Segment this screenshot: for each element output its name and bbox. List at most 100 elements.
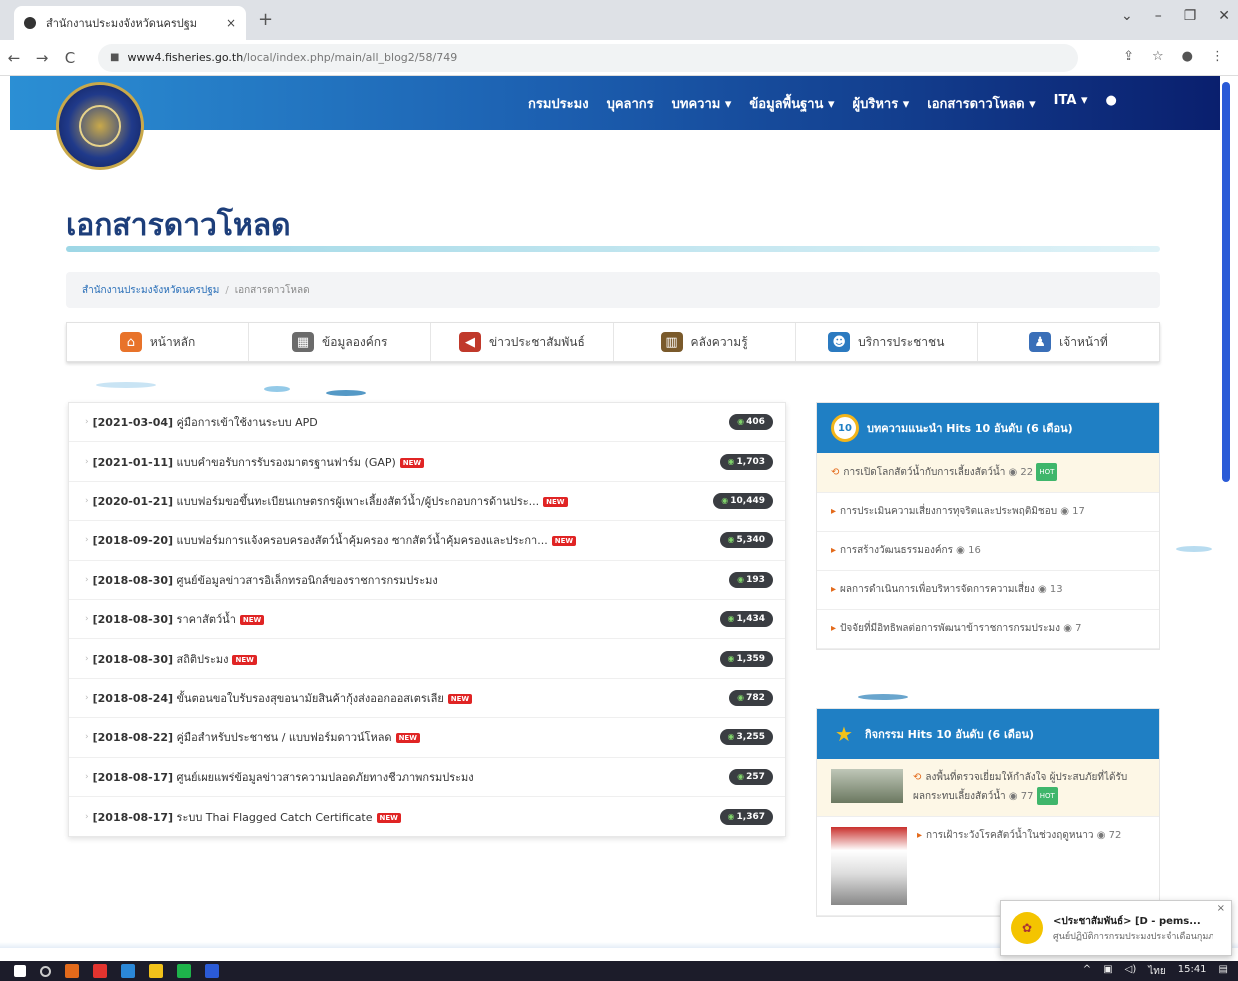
topnav-extra[interactable]: ● [1105, 93, 1116, 114]
hits-count: 193 [746, 574, 765, 585]
browser-tab[interactable]: สำนักงานประมงจังหวัดนครปฐม × [14, 6, 246, 40]
article-link[interactable]: ปัจจัยที่มีอิทธิพลต่อการพัฒนาข้าราชการกร… [840, 623, 1060, 634]
menu-dots-icon[interactable]: ⋮ [1211, 49, 1224, 64]
table-row[interactable]: › [2018-09-20] แบบฟอร์มการแจ้งครอบครองสั… [69, 521, 785, 561]
doc-title[interactable]: ศูนย์เผยแพร่ข้อมูลข่าวสารความปลอดภัยทางช… [177, 771, 474, 784]
doc-title[interactable]: แบบฟอร์มการแจ้งครอบครองสัตว์น้ำคุ้มครอง … [177, 534, 548, 547]
main-nav: ⌂ หน้าหลัก ▦ ข้อมูลองค์กร ◀ ข่าวประชาสัม… [66, 322, 1160, 362]
mainnav-officers[interactable]: ♟ เจ้าหน้าที่ [978, 323, 1159, 361]
mainnav-home[interactable]: ⌂ หน้าหลัก [67, 323, 250, 361]
article-link[interactable]: การประเมินความเสี่ยงการทุจริตและประพฤติม… [840, 506, 1057, 517]
page-scrollbar[interactable] [1222, 82, 1230, 482]
doc-title[interactable]: ราคาสัตว์น้ำ [177, 613, 236, 626]
notification-close-icon[interactable]: × [1217, 903, 1225, 914]
hits-count: 782 [746, 692, 765, 703]
app-icon[interactable] [205, 964, 219, 978]
doc-title[interactable]: ศูนย์ข้อมูลข่าวสารอิเล็กทรอนิกส์ของราชกา… [177, 574, 438, 587]
mainnav-public-service[interactable]: ☻ บริการประชาชน [796, 323, 978, 361]
table-row[interactable]: › [2021-01-11] แบบคำขอรับการรับรองมาตรฐา… [69, 442, 785, 482]
tab-close-icon[interactable]: × [226, 16, 236, 30]
list-item[interactable]: ▸ การประเมินความเสี่ยงการทุจริตและประพฤติ… [817, 493, 1159, 532]
list-item[interactable]: ▸ การสร้างวัฒนธรรมองค์กร ◉ 16 [817, 532, 1159, 571]
breadcrumb-home[interactable]: สำนักงานประมงจังหวัดนครปฐม [82, 283, 219, 298]
forward-arrow-icon[interactable]: → [28, 49, 56, 67]
minimize-button[interactable]: – [1155, 8, 1162, 24]
article-link[interactable]: ผลการดำเนินการเพื่อบริหารจัดการความเสี่ย… [840, 584, 1035, 595]
list-item[interactable]: ⟲ การเปิดโลกสัตว์น้ำกับการเลี้ยงสัตว์น้ำ … [817, 453, 1159, 493]
chat-notification[interactable]: ✿ <ประชาสัมพันธ์> [D - pems... ศูนย์ปฏิบ… [1000, 900, 1232, 956]
new-tab-button[interactable]: + [258, 9, 273, 30]
doc-date: [2018-08-17] [92, 770, 174, 784]
doc-title[interactable]: คู่มือสำหรับประชาชน / แบบฟอร์มดาวน์โหลด [177, 731, 392, 744]
hits-badge: ◉ 10,449 [713, 492, 773, 509]
topnav-executives[interactable]: ผู้บริหาร ▾ [853, 93, 910, 114]
eye-icon: ◉ [727, 456, 735, 466]
mainnav-organization[interactable]: ▦ ข้อมูลองค์กร [249, 323, 432, 361]
document-list: › [2021-03-04] คู่มือการเข้าใช้งานระบบ A… [68, 402, 786, 838]
table-row[interactable]: › [2018-08-17] ระบบ Thai Flagged Catch C… [69, 797, 785, 836]
doc-title[interactable]: คู่มือการเข้าใช้งานระบบ APD [177, 416, 318, 429]
table-row[interactable]: › [2018-08-30] สถิติประมง NEW ◉ 1,359 [69, 639, 785, 679]
doc-title[interactable]: สถิติประมง [177, 653, 229, 666]
table-row[interactable]: › [2020-01-21] แบบฟอร์มขอขึ้นทะเบียนเกษต… [69, 482, 785, 522]
doc-title[interactable]: ระบบ Thai Flagged Catch Certificate [177, 811, 373, 824]
hits-badge: ◉ 782 [729, 689, 773, 706]
table-row[interactable]: › [2018-08-30] ราคาสัตว์น้ำ NEW ◉ 1,434 [69, 600, 785, 640]
topnav-downloads[interactable]: เอกสารดาวโหลด ▾ [927, 93, 1035, 114]
title-underline [66, 246, 1160, 252]
doc-title[interactable]: แบบคำขอรับการรับรองมาตรฐานฟาร์ม (GAP) [177, 456, 396, 469]
activity-link[interactable]: การเฝ้าระวังโรคสัตว์น้ำในช่วงฤดูหนาว [926, 830, 1093, 841]
doc-date: [2018-08-30] [92, 573, 174, 587]
article-link[interactable]: การเปิดโลกสัตว์น้ำกับการเลี้ยงสัตว์น้ำ [843, 467, 1005, 478]
action-center-icon[interactable]: ▤ [1219, 964, 1228, 979]
chevron-right-icon: › [85, 811, 89, 822]
topnav-basic-info[interactable]: ข้อมูลพื้นฐาน ▾ [749, 93, 834, 114]
table-row[interactable]: › [2021-03-04] คู่มือการเข้าใช้งานระบบ A… [69, 403, 785, 443]
mainnav-news[interactable]: ◀ ข่าวประชาสัมพันธ์ [431, 323, 614, 361]
list-item[interactable]: ⟲ ลงพื้นที่ตรวจเยี่ยมให้กำลังใจ ผู้ประสบภ… [817, 759, 1159, 817]
tray-expand-icon[interactable]: ^ [1083, 964, 1091, 979]
topnav-ita[interactable]: ITA ▾ [1054, 93, 1088, 114]
doc-title[interactable]: แบบฟอร์มขอขึ้นทะเบียนเกษตรกรผู้เพาะเลี้ย… [177, 495, 540, 508]
department-logo[interactable] [56, 82, 144, 170]
table-row[interactable]: › [2018-08-22] คู่มือสำหรับประชาชน / แบบ… [69, 718, 785, 758]
chevron-right-icon: › [85, 495, 89, 506]
hits-badge: ◉ 5,340 [719, 532, 773, 549]
topnav-articles[interactable]: บทความ ▾ [672, 93, 732, 114]
list-item[interactable]: ▸ ผลการดำเนินการเพื่อบริหารจัดการความเสี่… [817, 571, 1159, 610]
mainnav-knowledge[interactable]: ▥ คลังความรู้ [614, 323, 796, 361]
share-icon[interactable]: ⇪ [1123, 49, 1134, 64]
close-window-button[interactable]: ✕ [1218, 8, 1230, 24]
edge-icon[interactable] [121, 964, 135, 978]
app-icon[interactable] [65, 964, 79, 978]
table-row[interactable]: › [2018-08-30] ศูนย์ข้อมูลข่าวสารอิเล็กท… [69, 561, 785, 600]
article-link[interactable]: การสร้างวัฒนธรรมองค์กร [840, 545, 953, 556]
maximize-button[interactable]: ❐ [1184, 8, 1197, 24]
table-row[interactable]: › [2018-08-17] ศูนย์เผยแพร่ข้อมูลข่าวสาร… [69, 758, 785, 797]
reload-icon[interactable]: C [56, 49, 84, 67]
app-icon[interactable] [93, 964, 107, 978]
topnav-department[interactable]: กรมประมง [528, 93, 589, 114]
bullet-icon: ▸ [831, 506, 837, 517]
list-item[interactable]: ▸ ปัจจัยที่มีอิทธิพลต่อการพัฒนาข้าราชการก… [817, 610, 1159, 649]
eye-icon: ◉ [727, 614, 735, 624]
activity-thumbnail[interactable] [831, 827, 907, 905]
file-explorer-icon[interactable] [149, 964, 163, 978]
breadcrumb: สำนักงานประมงจังหวัดนครปฐม / เอกสารดาวโห… [66, 272, 1160, 308]
windows-start-icon[interactable] [14, 965, 26, 977]
doc-title[interactable]: ขั้นตอนขอใบรับรองสุขอนามัยสินค้ากุ้งส่งอ… [177, 692, 444, 705]
line-icon[interactable] [177, 964, 191, 978]
activity-thumbnail[interactable] [831, 769, 903, 803]
topnav-staff[interactable]: บุคลากร [607, 93, 654, 114]
network-icon[interactable]: ▣ [1103, 964, 1112, 979]
volume-icon[interactable]: ◁) [1125, 964, 1137, 979]
tab-search-icon[interactable]: ⌄ [1121, 8, 1133, 24]
search-icon[interactable] [40, 965, 51, 977]
table-row[interactable]: › [2018-08-24] ขั้นตอนขอใบรับรองสุขอนามั… [69, 679, 785, 719]
bookmark-star-icon[interactable]: ☆ [1152, 49, 1164, 64]
language-indicator[interactable]: ไทย [1148, 964, 1165, 979]
clock[interactable]: 15:41 [1178, 964, 1207, 979]
back-arrow-icon[interactable]: ← [0, 49, 28, 67]
url-field[interactable]: ■ www4.fisheries.go.th /local/index.php/… [98, 43, 1078, 72]
profile-icon[interactable]: ● [1182, 49, 1193, 64]
